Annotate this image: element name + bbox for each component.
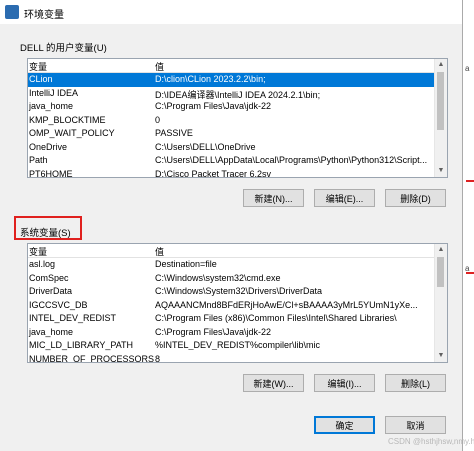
variable-name: KMP_BLOCKTIME: [29, 114, 106, 125]
background-red-line: [466, 272, 474, 274]
variable-name: java_home: [29, 101, 74, 111]
table-row[interactable]: OneDrive C:\Users\DELL\OneDrive: [28, 141, 435, 155]
variable-name: NUMBER_OF_PROCESSORS: [29, 353, 155, 363]
user-vars-list[interactable]: 变量 值 CLion D:\clion\CLion 2023.2.2\bin; In…: [27, 58, 448, 178]
ok-button[interactable]: 确定: [314, 416, 375, 434]
variable-name: OMP_WAIT_POLICY: [29, 128, 115, 138]
variable-value: C:\Windows\System32\Drivers\DriverData: [155, 286, 323, 296]
user-col-value-header[interactable]: 值: [155, 60, 164, 73]
table-row[interactable]: MIC_LD_LIBRARY_PATH %INTEL_DEV_REDIST%com…: [28, 339, 435, 353]
system-vars-header: 变量 值: [28, 244, 435, 258]
variable-value: %INTEL_DEV_REDIST%compiler\lib\mic: [155, 340, 321, 350]
variable-value: PASSIVE: [155, 128, 193, 138]
user-new-button[interactable]: 新建(N)...: [243, 189, 304, 207]
app-icon: [5, 5, 19, 19]
variable-value: 8: [155, 353, 161, 363]
watermark: CSDN @hsthjhsw,nmy.hsm: [388, 437, 474, 446]
user-vars-label: DELL 的用户变量(U): [20, 43, 107, 54]
variable-value: AQAAANCMnd8BFdERjHoAwE/Cl+sBAAAA3yMrL5YU…: [155, 299, 418, 310]
variable-value: D:\Cisco Packet Tracer 6.2sv: [155, 168, 272, 178]
variable-value: C:\Program Files (x86)\Common Files\Inte…: [155, 313, 397, 323]
variable-value: D:\IDEA编译器\IntelliJ IDEA 2024.2.1\bin;: [155, 89, 321, 100]
variable-value: C:\Users\DELL\OneDrive: [155, 141, 256, 152]
variable-name: Path: [29, 155, 48, 165]
environment-variables-dialog: 环境变量 DELL 的用户变量(U) 变量 值 CLion D:\clion\CL…: [0, 0, 463, 451]
table-row[interactable]: KMP_BLOCKTIME 0: [28, 114, 435, 128]
scroll-up-icon[interactable]: ▲: [435, 59, 447, 71]
table-row[interactable]: java_home C:\Program Files\Java\jdk-22: [28, 100, 435, 114]
system-col-name-header[interactable]: 变量: [29, 245, 47, 258]
system-edit-button[interactable]: 编辑(I)...: [314, 374, 375, 392]
cancel-button[interactable]: 取消: [385, 416, 446, 434]
system-delete-button[interactable]: 删除(L): [385, 374, 446, 392]
variable-name: PT6HOME: [29, 168, 73, 178]
scroll-up-icon[interactable]: ▲: [435, 244, 447, 256]
variable-value: D:\clion\CLion 2023.2.2\bin;: [155, 74, 266, 84]
variable-name: asl.log: [29, 259, 56, 269]
variable-name: IntelliJ IDEA: [29, 87, 79, 98]
red-highlight-box: [14, 216, 82, 240]
variable-value: C:\Windows\system32\cmd.exe: [155, 272, 281, 283]
user-edit-button[interactable]: 编辑(E)...: [314, 189, 375, 207]
table-row[interactable]: ComSpec C:\Windows\system32\cmd.exe: [28, 272, 435, 286]
user-vars-rows: CLion D:\clion\CLion 2023.2.2\bin; Intelli…: [28, 73, 435, 178]
table-row[interactable]: DriverData C:\Windows\System32\Drivers\Dr…: [28, 285, 435, 299]
table-row[interactable]: Path C:\Users\DELL\AppData\Local\Programs…: [28, 154, 435, 168]
table-row[interactable]: IntelliJ IDEA D:\IDEA编译器\IntelliJ IDEA 20…: [28, 87, 435, 101]
variable-value: Destination=file: [155, 259, 217, 269]
system-vars-list[interactable]: 变量 值 asl.log Destination=file ComSpec C:\Wi…: [27, 243, 448, 363]
variable-value: C:\Program Files\Java\jdk-22: [155, 101, 272, 111]
table-row[interactable]: INTEL_DEV_REDIST C:\Program Files (x86)\C…: [28, 312, 435, 326]
user-vars-header: 变量 值: [28, 59, 435, 73]
system-col-value-header[interactable]: 值: [155, 245, 164, 258]
title-bar[interactable]: 环境变量: [0, 0, 462, 24]
table-row[interactable]: OMP_WAIT_POLICY PASSIVE: [28, 127, 435, 141]
scroll-down-icon[interactable]: ▼: [435, 350, 447, 362]
variable-name: ComSpec: [29, 272, 69, 283]
variable-value: C:\Users\DELL\AppData\Local\Programs\Pyt…: [155, 155, 428, 165]
variable-name: CLion: [29, 74, 53, 84]
system-vars-scrollbar[interactable]: ▲ ▼: [434, 244, 447, 362]
table-row[interactable]: CLion D:\clion\CLion 2023.2.2\bin;: [28, 73, 435, 87]
variable-name: INTEL_DEV_REDIST: [29, 313, 117, 323]
user-vars-scrollbar[interactable]: ▲ ▼: [434, 59, 447, 177]
table-row[interactable]: PT6HOME D:\Cisco Packet Tracer 6.2sv: [28, 168, 435, 178]
variable-name: IGCCSVC_DB: [29, 299, 88, 310]
variable-value: 0: [155, 114, 161, 125]
variable-name: DriverData: [29, 286, 73, 296]
variable-name: OneDrive: [29, 141, 68, 152]
variable-name: java_home: [29, 326, 74, 337]
system-new-button[interactable]: 新建(W)...: [243, 374, 304, 392]
background-red-line: [466, 180, 474, 182]
table-row[interactable]: asl.log Destination=file: [28, 258, 435, 272]
scroll-down-icon[interactable]: ▼: [435, 165, 447, 177]
background-text-fragment: a: [465, 64, 470, 73]
scroll-thumb[interactable]: [437, 257, 444, 287]
system-vars-rows: asl.log Destination=file ComSpec C:\Windows…: [28, 258, 435, 363]
variable-name: MIC_LD_LIBRARY_PATH: [29, 340, 134, 350]
user-col-name-header[interactable]: 变量: [29, 60, 47, 73]
table-row[interactable]: java_home C:\Program Files\Java\jdk-22: [28, 326, 435, 340]
window-title: 环境变量: [24, 10, 64, 21]
scroll-thumb[interactable]: [437, 72, 444, 130]
user-delete-button[interactable]: 删除(D): [385, 189, 446, 207]
variable-value: C:\Program Files\Java\jdk-22: [155, 326, 272, 337]
table-row[interactable]: NUMBER_OF_PROCESSORS 8: [28, 353, 435, 363]
table-row[interactable]: IGCCSVC_DB AQAAANCMnd8BFdERjHoAwE/Cl+sBAA…: [28, 299, 435, 313]
